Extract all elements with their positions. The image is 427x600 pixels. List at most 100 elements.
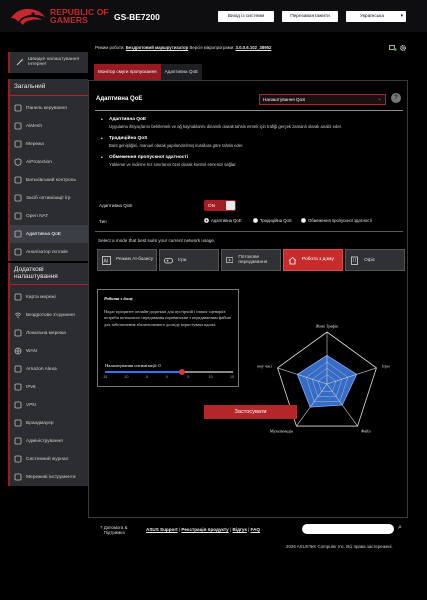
- nat-icon: [14, 212, 22, 220]
- wifi-icon: [14, 311, 22, 319]
- search-icon[interactable]: ⌕: [398, 524, 402, 532]
- chevron-down-icon: ▾: [400, 14, 403, 19]
- sidebar-item-tools[interactable]: Мережеві інструменти: [10, 468, 88, 486]
- product-registration-link[interactable]: Реєстрація продукту: [181, 527, 228, 532]
- bullet-icon: •: [101, 136, 103, 142]
- radio-bandwidth-limiter[interactable]: Обмеження пропускної здатності: [301, 218, 372, 223]
- qoe-toggle[interactable]: ON: [204, 200, 236, 211]
- quick-setup-item[interactable]: Швидке налаштування Інтернет: [8, 52, 88, 73]
- sidebar-item-map[interactable]: Карта мережі: [10, 288, 88, 306]
- sidebar-item-parental[interactable]: Батьківський контроль: [10, 171, 88, 189]
- sidebar-item-label: Карта мережі: [26, 294, 56, 300]
- sidebar-item-shield[interactable]: AiProtection: [10, 153, 88, 171]
- firewall-icon: [14, 419, 22, 427]
- asus-support-link[interactable]: ASUS Support: [146, 527, 178, 532]
- alexa-icon: [14, 365, 22, 373]
- sidebar-item-globe[interactable]: WAN: [10, 342, 88, 360]
- devices-icon[interactable]: [389, 44, 397, 54]
- feedback-link[interactable]: Відгук: [233, 527, 247, 532]
- slider-fill: [105, 371, 182, 373]
- sidebar-item-label: Мережа: [26, 141, 44, 147]
- sidebar-item-network[interactable]: Мережа: [10, 135, 88, 153]
- sidebar-item-dashboard[interactable]: Панель керування: [10, 99, 88, 117]
- mode-label: Режим AI-базису: [116, 257, 154, 263]
- radio-label: Традиційна QoS: [260, 218, 292, 223]
- radar-axis-label: Мультимедіа: [270, 428, 293, 433]
- tab-adaptive-qoe[interactable]: Адаптивна QoE: [160, 64, 203, 80]
- status-line: Режим роботи: Бездротовий маршрутизатор …: [95, 45, 271, 50]
- radio-adaptive-qoe[interactable]: Адаптивна QoE: [204, 218, 242, 223]
- radar-chart: Живі Трафік Ігри Файл Мультимедіа У реальном…: [257, 324, 390, 434]
- sidebar-item-nat[interactable]: Open NAT: [10, 207, 88, 225]
- slider-tick-label: -10: [123, 375, 129, 379]
- slider-tick-label: 5: [187, 375, 190, 379]
- sidebar-item-qoe[interactable]: Адаптивна QoE: [10, 225, 88, 243]
- mode-label: Робота з дому: [302, 257, 334, 263]
- radio-icon: [301, 218, 306, 223]
- sidebar-item-firewall[interactable]: Брандмауер: [10, 414, 88, 432]
- chevron-down-icon: ⌄: [376, 96, 382, 102]
- sidebar-item-label: Системний журнал: [26, 456, 69, 462]
- language-value: Українська: [360, 14, 385, 19]
- sidebar-item-traffic[interactable]: Аналізатор потоків: [10, 243, 88, 261]
- main-panel: Адаптивна QoE Налаштування QoS ⌄ ? • Ада…: [88, 80, 408, 518]
- brand-name: REPUBLIC OF GAMERS: [50, 8, 109, 24]
- footer-search-input[interactable]: [302, 524, 394, 534]
- qos-dropdown[interactable]: Налаштування QoS ⌄: [259, 94, 386, 105]
- sidebar-item-aimesh[interactable]: AiMesh: [10, 117, 88, 135]
- mode-office[interactable]: Офіс: [345, 249, 405, 271]
- sidebar-item-game[interactable]: Засіб оптимізації ігр: [10, 189, 88, 207]
- divider: [95, 231, 403, 232]
- sidebar-item-label: Amazon Alexa: [26, 366, 57, 372]
- footer: ? Допомога & Підтримка ASUS Support | Ре…: [0, 520, 427, 600]
- mode-ai[interactable]: AI Режим AI-базису: [97, 249, 157, 271]
- slider-ticks: -15 -10 -5 0 5 10 15: [102, 375, 234, 381]
- sidebar-item-lan[interactable]: Локальна мережа: [10, 324, 88, 342]
- desc-text: Yükleme ve indirme hız sınırlarını özel …: [109, 162, 237, 167]
- footer-links: ASUS Support | Реєстрація продукту | Від…: [146, 527, 260, 532]
- help-support-icon: ?: [100, 525, 103, 530]
- sidebar-item-alexa[interactable]: Amazon Alexa: [10, 360, 88, 378]
- admin-icon: [14, 437, 22, 445]
- mode-value[interactable]: Бездротовий маршрутизатор: [126, 45, 189, 50]
- sidebar-item-label: AiProtection: [26, 159, 52, 165]
- streaming-icon: [226, 256, 234, 263]
- desc-traditional: • Традиційна QoS Bant genişliğini, manue…: [101, 136, 386, 149]
- help-icon[interactable]: ?: [391, 93, 401, 103]
- mode-streaming[interactable]: Потокове передавання: [221, 249, 281, 271]
- sidebar-item-label: VPN: [26, 402, 36, 408]
- tab-bandwidth-monitor[interactable]: Монітор смуги пропускання: [94, 64, 161, 80]
- mode-label: Ігри: [178, 257, 187, 263]
- language-select[interactable]: Українська ▾: [346, 11, 406, 22]
- sidebar-item-ipv6[interactable]: IPv6: [10, 378, 88, 396]
- sidebar-item-vpn[interactable]: VPN: [10, 396, 88, 414]
- radar-axis-label: Ігри: [382, 364, 390, 369]
- qos-descriptions: • Адаптивна QoE Uygulama ihtiyaçlarını b…: [101, 117, 386, 174]
- firmware-value[interactable]: 3.0.0.6.102_38952: [236, 45, 272, 50]
- sidebar-item-log[interactable]: Системний журнал: [10, 450, 88, 468]
- svg-text:AI: AI: [104, 258, 109, 264]
- optimization-slider[interactable]: [105, 369, 233, 375]
- top-bar: REPUBLIC OF GAMERS GS-BE7200 Вихід із си…: [0, 0, 427, 32]
- desc-text: Bant genişliğini, manuel olarak yapıland…: [109, 143, 244, 148]
- reboot-button[interactable]: Перезавантажити: [282, 11, 338, 22]
- slider-label: Налаштування оптимізації: 0: [105, 363, 161, 368]
- desc-title: Обмеження пропускної здатності: [109, 155, 189, 160]
- firmware-label: Версія мікропрограми:: [189, 45, 235, 50]
- faq-link[interactable]: FAQ: [251, 527, 260, 532]
- mode-work-from-home[interactable]: Робота з дому: [283, 249, 343, 271]
- logout-button[interactable]: Вихід із системи: [218, 11, 274, 22]
- sidebar-item-wifi[interactable]: Бездротове з'єднання: [10, 306, 88, 324]
- apply-button[interactable]: Застосувати: [204, 405, 297, 419]
- radio-traditional-qos[interactable]: Традиційна QoS: [253, 218, 292, 223]
- model-name: GS-BE7200: [114, 12, 160, 22]
- slider-tick-label: 15: [230, 375, 234, 379]
- help-support-link[interactable]: ? Допомога & Підтримка: [100, 525, 140, 535]
- general-title: Загальний: [10, 79, 88, 96]
- settings-icon[interactable]: [399, 44, 407, 54]
- qoe-icon: [14, 230, 22, 238]
- mode-games[interactable]: Ігри: [159, 249, 219, 271]
- mode-label: Потокове передавання: [238, 254, 268, 266]
- advanced-section: Додаткові налаштування Карта мережі Бездр…: [8, 263, 88, 486]
- sidebar-item-admin[interactable]: Адміністрування: [10, 432, 88, 450]
